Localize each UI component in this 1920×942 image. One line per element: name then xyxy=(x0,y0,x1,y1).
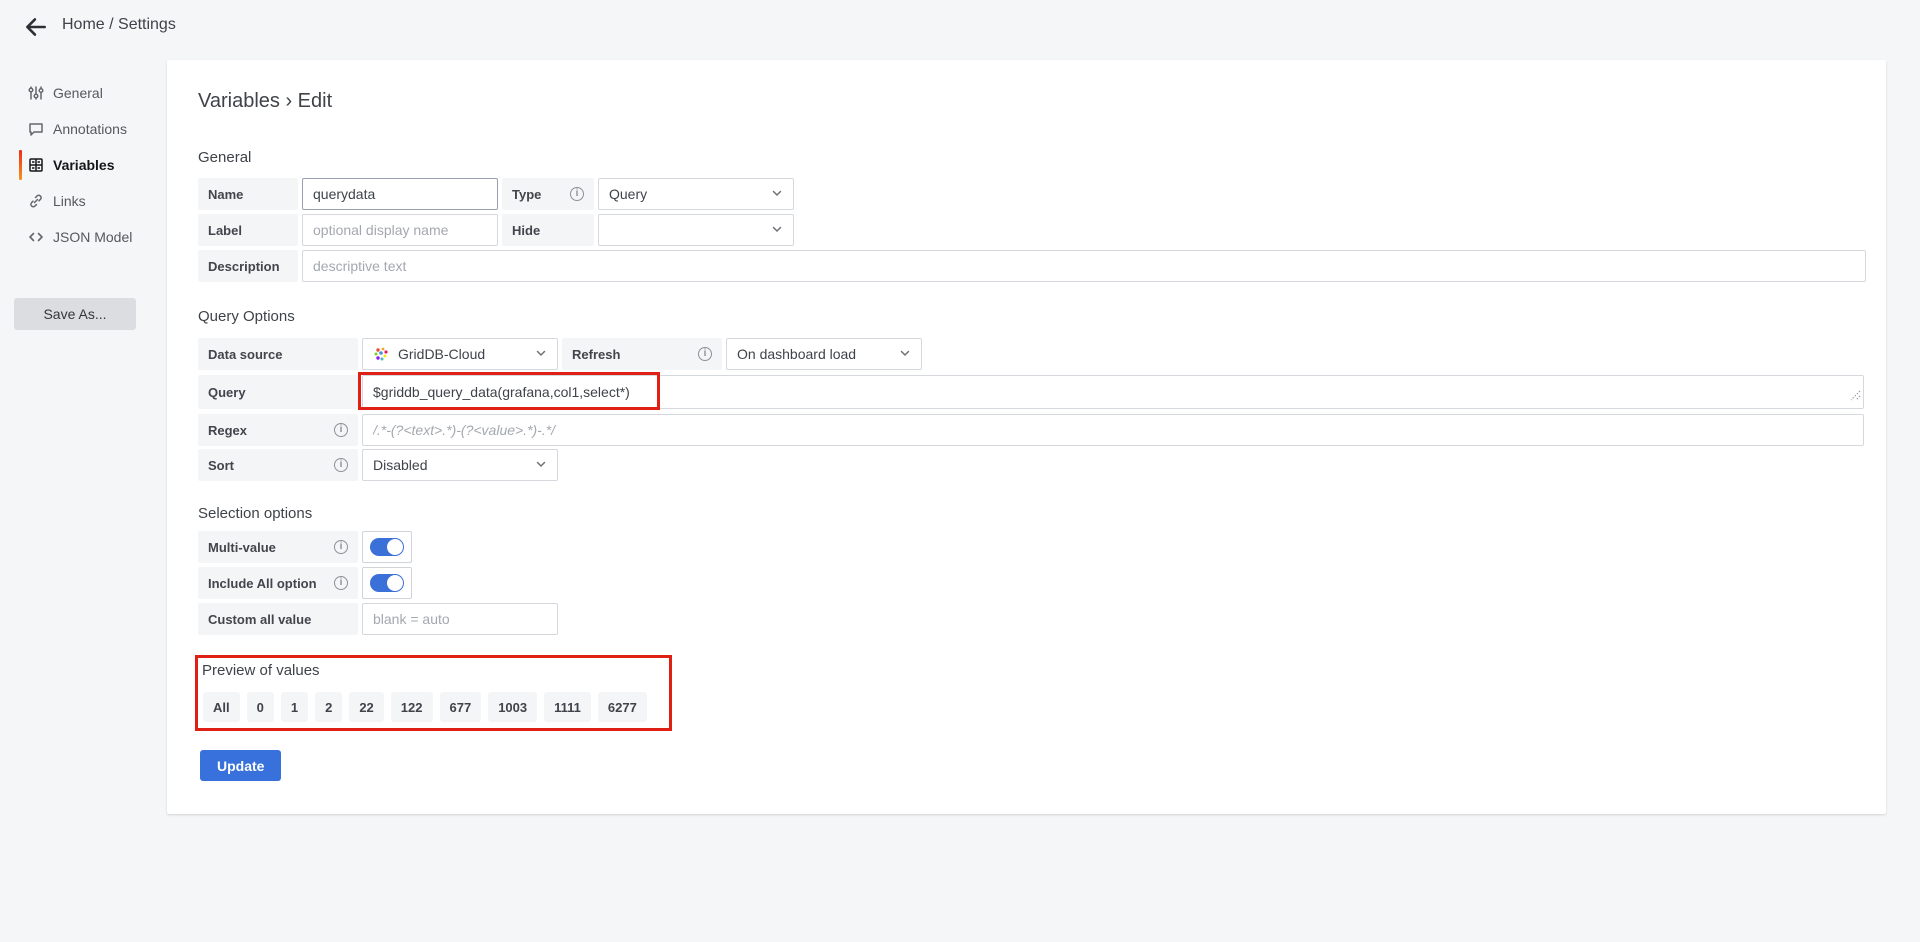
chevron-down-icon xyxy=(535,457,547,473)
preview-chip[interactable]: 2 xyxy=(315,692,342,722)
settings-sidebar: General Annotations Variables xyxy=(0,75,167,255)
multi-value-row: Multi-value xyxy=(198,531,412,563)
label-row: Label Hide xyxy=(198,214,798,246)
preview-chip[interactable]: 1003 xyxy=(488,692,537,722)
preview-chip[interactable]: 22 xyxy=(349,692,383,722)
toggle-pill xyxy=(370,574,404,592)
data-source-select[interactable]: GridDB-Cloud xyxy=(362,338,558,370)
hide-select[interactable] xyxy=(598,214,794,246)
query-options-heading: Query Options xyxy=(198,308,295,325)
chevron-down-icon xyxy=(771,186,783,202)
chevron-down-icon xyxy=(771,222,783,238)
info-icon xyxy=(334,540,348,554)
preview-values: All 0 1 2 22 122 677 1003 1111 6277 xyxy=(203,692,647,722)
info-icon xyxy=(334,458,348,472)
hide-label: Hide xyxy=(502,214,594,246)
sidebar-item-label: Variables xyxy=(53,157,115,173)
include-all-row: Include All option xyxy=(198,567,412,599)
variables-edit-card: Variables › Edit General Name Type Query… xyxy=(167,60,1886,814)
grid-icon xyxy=(27,157,44,174)
preview-chip[interactable]: 677 xyxy=(440,692,482,722)
description-input[interactable] xyxy=(302,250,1866,282)
label-input[interactable] xyxy=(302,214,498,246)
comment-icon xyxy=(27,121,44,138)
query-row: Query xyxy=(198,375,1868,409)
refresh-select[interactable]: On dashboard load xyxy=(726,338,922,370)
chevron-down-icon xyxy=(899,346,911,362)
sidebar-item-label: JSON Model xyxy=(53,229,132,245)
header: Home / Settings xyxy=(0,0,1920,55)
back-button[interactable] xyxy=(22,14,50,42)
description-row: Description xyxy=(198,250,1870,282)
general-heading: General xyxy=(198,149,251,166)
sidebar-item-label: Links xyxy=(53,193,86,209)
refresh-label: Refresh xyxy=(562,338,722,370)
custom-all-row: Custom all value xyxy=(198,603,562,635)
preview-chip[interactable]: All xyxy=(203,692,240,722)
sidebar-item-links[interactable]: Links xyxy=(0,183,167,219)
regex-label: Regex xyxy=(198,414,358,446)
selection-options-heading: Selection options xyxy=(198,505,312,522)
info-icon xyxy=(570,187,584,201)
name-row: Name Type Query xyxy=(198,178,798,210)
type-select[interactable]: Query xyxy=(598,178,794,210)
info-icon xyxy=(698,347,712,361)
sort-select[interactable]: Disabled xyxy=(362,449,558,481)
multi-value-toggle[interactable] xyxy=(362,531,412,563)
arrow-left-icon xyxy=(23,28,49,43)
sidebar-item-label: General xyxy=(53,85,103,101)
griddb-logo-icon xyxy=(373,346,390,363)
code-icon xyxy=(27,229,44,246)
query-input[interactable] xyxy=(362,375,1864,409)
sidebar-item-general[interactable]: General xyxy=(0,75,167,111)
sort-row: Sort Disabled xyxy=(198,449,562,481)
include-all-toggle[interactable] xyxy=(362,567,412,599)
preview-chip[interactable]: 1 xyxy=(281,692,308,722)
type-label: Type xyxy=(502,178,594,210)
sort-label: Sort xyxy=(198,449,358,481)
info-icon xyxy=(334,423,348,437)
data-source-label: Data source xyxy=(198,338,358,370)
label-label: Label xyxy=(198,214,298,246)
sidebar-item-label: Annotations xyxy=(53,121,127,137)
preview-chip[interactable]: 1111 xyxy=(544,692,591,722)
data-source-row: Data source GridDB-Cloud xyxy=(198,338,926,370)
sliders-icon xyxy=(27,85,44,102)
preview-chip[interactable]: 0 xyxy=(247,692,274,722)
sidebar-item-annotations[interactable]: Annotations xyxy=(0,111,167,147)
save-as-button[interactable]: Save As... xyxy=(14,298,136,330)
preview-chip[interactable]: 122 xyxy=(391,692,433,722)
custom-all-input[interactable] xyxy=(362,603,558,635)
sidebar-item-json-model[interactable]: JSON Model xyxy=(0,219,167,255)
custom-all-label: Custom all value xyxy=(198,603,358,635)
page-title: Variables › Edit xyxy=(198,90,332,113)
name-label: Name xyxy=(198,178,298,210)
description-label: Description xyxy=(198,250,298,282)
include-all-label: Include All option xyxy=(198,567,358,599)
chevron-down-icon xyxy=(535,346,547,362)
name-input[interactable] xyxy=(302,178,498,210)
settings-page: Home / Settings General Annotations xyxy=(0,0,1920,942)
preview-heading: Preview of values xyxy=(202,662,320,679)
preview-chip[interactable]: 6277 xyxy=(598,692,647,722)
breadcrumb: Home / Settings xyxy=(62,16,176,34)
regex-input[interactable] xyxy=(362,414,1864,446)
multi-value-label: Multi-value xyxy=(198,531,358,563)
info-icon xyxy=(334,576,348,590)
regex-row: Regex xyxy=(198,414,1868,446)
update-button[interactable]: Update xyxy=(200,750,281,781)
sidebar-item-variables[interactable]: Variables xyxy=(0,147,167,183)
query-label: Query xyxy=(198,375,358,409)
toggle-pill xyxy=(370,538,404,556)
link-icon xyxy=(27,193,44,210)
